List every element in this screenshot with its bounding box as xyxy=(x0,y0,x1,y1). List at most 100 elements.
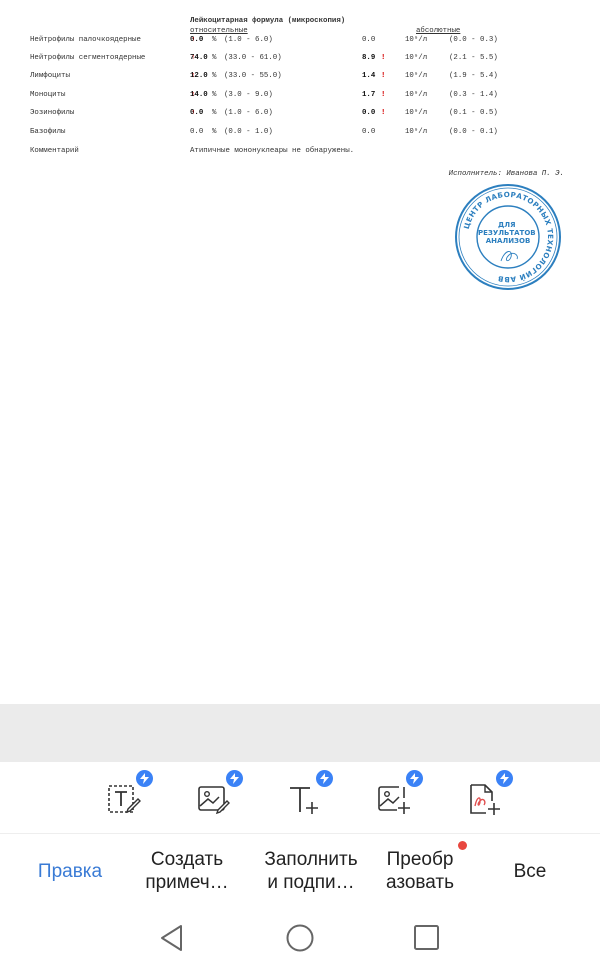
premium-badge-icon xyxy=(226,770,243,787)
absolute-reference: (0.0 - 0.3) xyxy=(449,36,498,44)
add-signature-tool-button[interactable] xyxy=(463,770,513,820)
reference-range: (3.0 - 9.0) xyxy=(224,91,273,99)
relative-flag: ↑ xyxy=(191,36,196,44)
edit-text-icon xyxy=(108,785,141,814)
tab-label: Правка xyxy=(37,860,103,882)
tab-convert[interactable]: Преобр азовать xyxy=(370,835,470,907)
edit-image-icon xyxy=(198,786,230,815)
comment-text: Атипичные мононуклеары не обнаружены. xyxy=(190,147,355,155)
absolute-unit: 10⁹/л xyxy=(405,91,428,99)
performer-signature-line: Исполнитель: Иванова П. Э. xyxy=(448,170,564,178)
home-button[interactable] xyxy=(283,921,317,955)
edit-toolbar xyxy=(0,762,600,834)
relative-unit: % xyxy=(212,91,217,99)
tab-label: Создать примеч… xyxy=(145,849,229,893)
absolute-reference: (1.9 - 5.4) xyxy=(449,72,498,80)
lab-stamp: ЦЕНТР ЛАБОРАТОРНЫХ ТЕХНОЛОГИЙ АВВ ДЛЯ РЕ… xyxy=(455,184,561,290)
test-name: Нейтрофилы сегментоядерные xyxy=(30,54,146,62)
add-text-icon xyxy=(290,787,318,814)
premium-badge-icon xyxy=(136,770,153,787)
back-button[interactable] xyxy=(155,921,189,955)
absolute-unit: 10⁹/л xyxy=(405,72,428,80)
relative-flag: ↑ xyxy=(191,72,196,80)
absolute-reference: (2.1 - 5.5) xyxy=(449,54,498,62)
absolute-flag: ! xyxy=(381,54,386,62)
stamp-line: РЕЗУЛЬТАТОВ xyxy=(478,229,536,237)
document-bottom-gap xyxy=(0,704,600,762)
stamp-line: АНАЛИЗОВ xyxy=(486,237,531,245)
relative-unit: % xyxy=(212,109,217,117)
comment-label: Комментарий xyxy=(30,147,79,155)
relative-unit: % xyxy=(212,72,217,80)
absolute-flag: ! xyxy=(381,72,386,80)
back-icon xyxy=(161,925,182,951)
relative-flag: ↑ xyxy=(191,109,196,117)
section-title: Лейкоцитарная формула (микроскопия) xyxy=(190,17,346,25)
absolute-reference: (0.3 - 1.4) xyxy=(449,91,498,99)
recents-icon xyxy=(414,925,439,950)
table-row: Моноциты 14.0 % (3.0 - 9.0) 1.7 ! 10⁹/л … xyxy=(0,91,600,107)
absolute-value: 8.9 xyxy=(362,54,376,62)
absolute-unit: 10⁹/л xyxy=(405,54,428,62)
premium-badge-icon xyxy=(316,770,333,787)
reference-range: (1.0 - 6.0) xyxy=(224,36,273,44)
relative-flag: ↑ xyxy=(191,91,196,99)
document-page: Лейкоцитарная формула (микроскопия) отно… xyxy=(0,0,600,704)
edit-text-tool-button[interactable] xyxy=(103,770,153,820)
notification-dot xyxy=(458,841,467,850)
add-image-icon xyxy=(378,786,410,814)
stamp-line: ДЛЯ xyxy=(498,221,515,229)
tab-edit[interactable]: Правка xyxy=(20,835,120,907)
test-name: Нейтрофилы палочкоядерные xyxy=(30,36,141,44)
tab-all[interactable]: Все xyxy=(484,835,576,907)
bottom-tab-bar: Правка Создать примеч… Заполнить и подпи… xyxy=(0,835,600,907)
absolute-flag: ! xyxy=(381,109,386,117)
stamp-signature-mark xyxy=(500,251,518,262)
tab-label: Преобр азовать xyxy=(385,849,455,893)
test-name: Базофилы xyxy=(30,128,66,136)
absolute-value: 1.7 xyxy=(362,91,376,99)
relative-header: относительные xyxy=(190,27,248,35)
absolute-value: 0.0 xyxy=(362,36,376,44)
stamp-center-text: ДЛЯ РЕЗУЛЬТАТОВ АНАЛИЗОВ xyxy=(478,221,538,245)
system-navigation-bar xyxy=(0,907,600,971)
relative-unit: % xyxy=(212,54,217,62)
absolute-value: 1.4 xyxy=(362,72,376,80)
absolute-flag: ! xyxy=(381,91,386,99)
absolute-value: 0.0 xyxy=(362,109,376,117)
home-icon xyxy=(286,924,314,952)
reference-range: (1.0 - 6.0) xyxy=(224,109,273,117)
absolute-unit: 10⁹/л xyxy=(405,109,428,117)
table-row: Эозинофилы 0.0 % (1.0 - 6.0) 0.0 ! 10⁹/л… xyxy=(0,109,600,125)
test-name: Эозинофилы xyxy=(30,109,75,117)
add-text-tool-button[interactable] xyxy=(283,770,333,820)
reference-range: (33.0 - 61.0) xyxy=(224,54,282,62)
table-row: Лимфоциты 12.0 % (33.0 - 55.0) 1.4 ! 10⁹… xyxy=(0,72,600,88)
recents-button[interactable] xyxy=(410,921,444,955)
add-image-tool-button[interactable] xyxy=(373,770,423,820)
reference-range: (33.0 - 55.0) xyxy=(224,72,282,80)
edit-image-tool-button[interactable] xyxy=(193,770,243,820)
tab-label: Заполнить и подпи… xyxy=(264,849,358,893)
absolute-unit: 10⁹/л xyxy=(405,128,428,136)
table-row: Нейтрофилы сегментоядерные 74.0 % (33.0 … xyxy=(0,54,600,70)
tab-create-note[interactable]: Создать примеч… xyxy=(132,835,242,907)
tab-label: Все xyxy=(513,860,547,882)
absolute-value: 0.0 xyxy=(362,128,376,136)
premium-badge-icon xyxy=(496,770,513,787)
comment-row: Комментарий Атипичные мононуклеары не об… xyxy=(0,147,600,163)
relative-flag: ↑ xyxy=(191,54,196,62)
absolute-unit: 10⁹/л xyxy=(405,36,428,44)
relative-unit: % xyxy=(212,128,217,136)
table-row: Базофилы 0.0 % (0.0 - 1.0) 0.0 10⁹/л (0.… xyxy=(0,128,600,144)
relative-unit: % xyxy=(212,36,217,44)
absolute-header: абсолютные xyxy=(416,27,461,35)
test-name: Моноциты xyxy=(30,91,66,99)
absolute-reference: (0.1 - 0.5) xyxy=(449,109,498,117)
table-row: Нейтрофилы палочкоядерные 0.0 % (1.0 - 6… xyxy=(0,36,600,52)
premium-badge-icon xyxy=(406,770,423,787)
absolute-reference: (0.0 - 0.1) xyxy=(449,128,498,136)
reference-range: (0.0 - 1.0) xyxy=(224,128,273,136)
tab-fill-sign[interactable]: Заполнить и подпи… xyxy=(252,835,370,907)
test-name: Лимфоциты xyxy=(30,72,70,80)
